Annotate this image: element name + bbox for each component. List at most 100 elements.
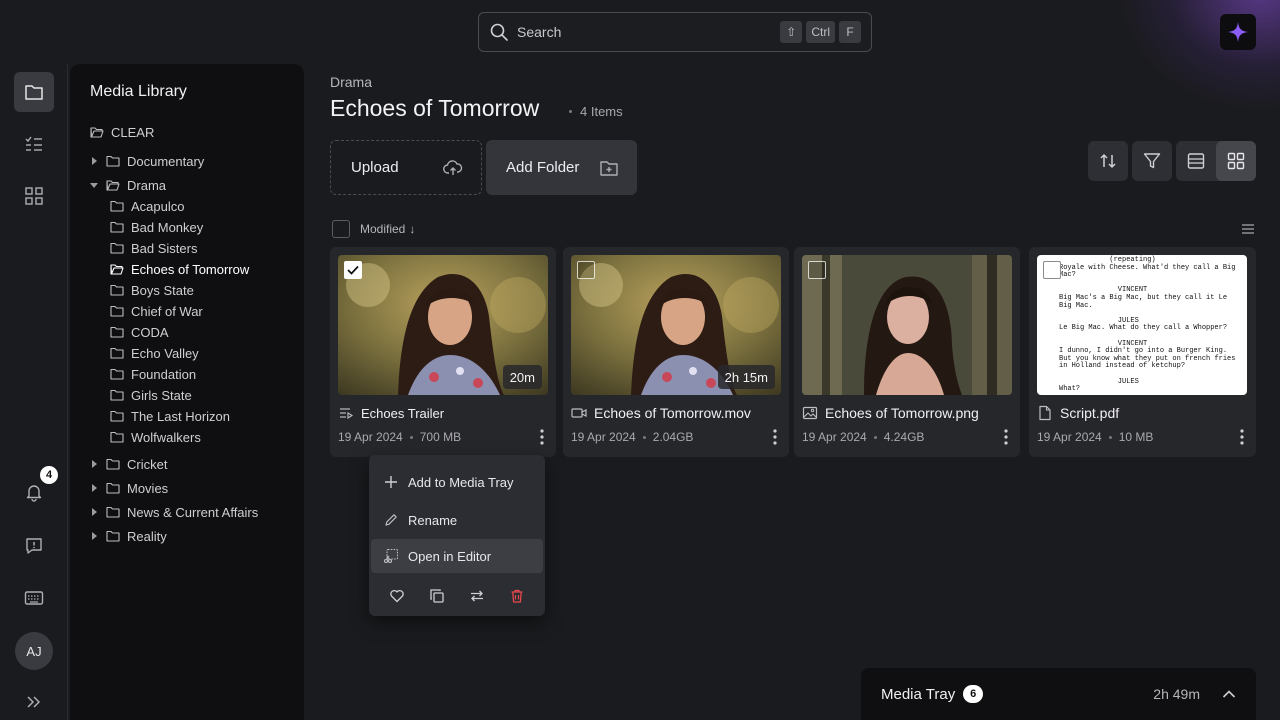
chat-alert-icon bbox=[24, 536, 44, 556]
tree-item[interactable]: Boys State bbox=[110, 280, 194, 300]
tree-item[interactable]: Bad Sisters bbox=[110, 238, 197, 258]
tree-item[interactable]: Cricket bbox=[90, 454, 167, 474]
sort-arrows-icon bbox=[1098, 151, 1118, 171]
upload-button[interactable]: Upload bbox=[330, 140, 482, 195]
copy-icon bbox=[429, 588, 445, 604]
more-vertical-icon bbox=[1240, 429, 1244, 445]
card-checkbox[interactable] bbox=[1043, 261, 1061, 279]
media-tray[interactable]: Media Tray 6 2h 49m bbox=[861, 668, 1256, 720]
items-count: 4 Items bbox=[569, 104, 623, 119]
menu-rename[interactable]: Rename bbox=[371, 503, 543, 537]
card-more-button[interactable] bbox=[998, 427, 1014, 447]
select-all-checkbox[interactable] bbox=[332, 220, 350, 238]
tree-item[interactable]: Foundation bbox=[110, 364, 196, 384]
items-count-label: 4 Items bbox=[580, 104, 623, 119]
list-view-button[interactable] bbox=[1176, 141, 1216, 181]
breadcrumb[interactable]: Drama bbox=[330, 74, 372, 90]
tree-item[interactable]: News & Current Affairs bbox=[90, 502, 258, 522]
tree-item[interactable]: Echo Valley bbox=[110, 343, 199, 363]
card-more-button[interactable] bbox=[767, 427, 783, 447]
menu-item-label: Open in Editor bbox=[408, 548, 492, 564]
video-thumbnail[interactable]: 2h 15m bbox=[571, 255, 781, 395]
sort-button[interactable] bbox=[1088, 141, 1128, 181]
bell-icon bbox=[24, 482, 44, 502]
card-checkbox[interactable] bbox=[808, 261, 826, 279]
keyboard-icon bbox=[24, 590, 44, 606]
media-card[interactable]: Echoes of Tomorrow.png 19 Apr 2024 4.24G… bbox=[794, 247, 1020, 457]
tree-root[interactable]: CLEAR bbox=[90, 122, 154, 142]
media-tray-duration: 2h 49m bbox=[1153, 686, 1200, 702]
search-bar[interactable]: ⇧ Ctrl F bbox=[478, 12, 872, 52]
card-context-menu: Add to Media Tray Rename Open in Editor bbox=[369, 455, 545, 616]
favorite-button[interactable] bbox=[384, 583, 410, 609]
grid-view-button[interactable] bbox=[1216, 141, 1256, 181]
rail-notifications-button[interactable]: 4 bbox=[14, 466, 58, 512]
delete-button[interactable] bbox=[504, 583, 530, 609]
caret-right-icon[interactable] bbox=[90, 484, 100, 492]
tree-item-label: Movies bbox=[127, 480, 169, 496]
tree-item[interactable]: CODA bbox=[110, 322, 169, 342]
tree-item-label: Foundation bbox=[131, 366, 197, 382]
rail-feedback-button[interactable] bbox=[14, 526, 54, 566]
media-card[interactable]: 2h 15m Echoes of Tomorrow.mov 19 Apr 202… bbox=[563, 247, 789, 457]
card-size: 700 MB bbox=[419, 430, 462, 444]
filter-icon bbox=[1142, 151, 1162, 171]
chevron-up-icon[interactable] bbox=[1222, 689, 1236, 699]
folder-icon bbox=[106, 458, 120, 470]
media-tray-count: 6 bbox=[963, 685, 984, 703]
image-thumbnail[interactable] bbox=[802, 255, 1012, 395]
card-more-button[interactable] bbox=[534, 427, 550, 447]
tree-item[interactable]: Acapulco bbox=[110, 196, 184, 216]
caret-down-icon[interactable] bbox=[90, 181, 100, 189]
swap-arrows-icon bbox=[469, 588, 485, 604]
duplicate-button[interactable] bbox=[424, 583, 450, 609]
tree-item[interactable]: Movies bbox=[90, 478, 168, 498]
menu-add-to-media-tray[interactable]: Add to Media Tray bbox=[371, 465, 543, 499]
folder-icon bbox=[110, 200, 124, 212]
user-avatar[interactable]: AJ bbox=[15, 632, 53, 670]
move-button[interactable] bbox=[464, 583, 490, 609]
card-checkbox[interactable] bbox=[344, 261, 362, 279]
caret-right-icon[interactable] bbox=[90, 157, 100, 165]
menu-open-in-editor[interactable]: Open in Editor bbox=[371, 539, 543, 573]
document-icon bbox=[1037, 405, 1053, 421]
tree-root-label: CLEAR bbox=[111, 124, 155, 140]
tree-item[interactable]: The Last Horizon bbox=[110, 406, 230, 426]
filter-button[interactable] bbox=[1132, 141, 1172, 181]
rail-apps-button[interactable] bbox=[14, 176, 54, 216]
tree-item[interactable]: Drama bbox=[90, 175, 166, 195]
column-options-button[interactable] bbox=[1242, 224, 1254, 234]
rail-tasks-button[interactable] bbox=[14, 124, 54, 164]
card-checkbox[interactable] bbox=[577, 261, 595, 279]
checklist-icon bbox=[24, 135, 44, 153]
expand-sidebar-button[interactable] bbox=[14, 682, 54, 720]
tree-item[interactable]: Reality bbox=[90, 526, 167, 546]
tree-item[interactable]: Documentary bbox=[90, 151, 204, 171]
separator-dot bbox=[1108, 435, 1112, 439]
add-folder-button[interactable]: Add Folder bbox=[486, 140, 637, 195]
tree-item[interactable]: Chief of War bbox=[110, 301, 203, 321]
caret-right-icon[interactable] bbox=[90, 532, 100, 540]
tree-item-label: Acapulco bbox=[131, 198, 185, 214]
caret-right-icon[interactable] bbox=[90, 508, 100, 516]
tree-item[interactable]: Bad Monkey bbox=[110, 217, 203, 237]
add-folder-label: Add Folder bbox=[506, 159, 580, 176]
card-title: Script.pdf bbox=[1037, 405, 1119, 421]
library-title: Media Library bbox=[90, 83, 187, 100]
folder-icon bbox=[106, 530, 120, 542]
caret-right-icon[interactable] bbox=[90, 460, 100, 468]
rail-media-library-button[interactable] bbox=[14, 72, 54, 112]
tree-item[interactable]: Girls State bbox=[110, 385, 192, 405]
search-input[interactable] bbox=[517, 24, 777, 40]
tree-item[interactable]: Echoes of Tomorrow bbox=[110, 259, 249, 279]
rail-keyboard-shortcuts-button[interactable] bbox=[14, 578, 54, 618]
media-card[interactable]: 20m Echoes Trailer 19 Apr 2024 700 MB bbox=[330, 247, 556, 457]
card-more-button[interactable] bbox=[1234, 427, 1250, 447]
tree-item[interactable]: Wolfwalkers bbox=[110, 427, 201, 447]
sort-by-modified[interactable]: Modified ↓ bbox=[360, 222, 415, 236]
video-thumbnail[interactable]: 20m bbox=[338, 255, 548, 395]
ai-assistant-button[interactable] bbox=[1220, 14, 1256, 50]
editor-cut-icon bbox=[383, 548, 399, 564]
document-thumbnail[interactable]: (repeating) Royale with Cheese. What'd t… bbox=[1037, 255, 1247, 395]
media-card[interactable]: (repeating) Royale with Cheese. What'd t… bbox=[1029, 247, 1256, 457]
